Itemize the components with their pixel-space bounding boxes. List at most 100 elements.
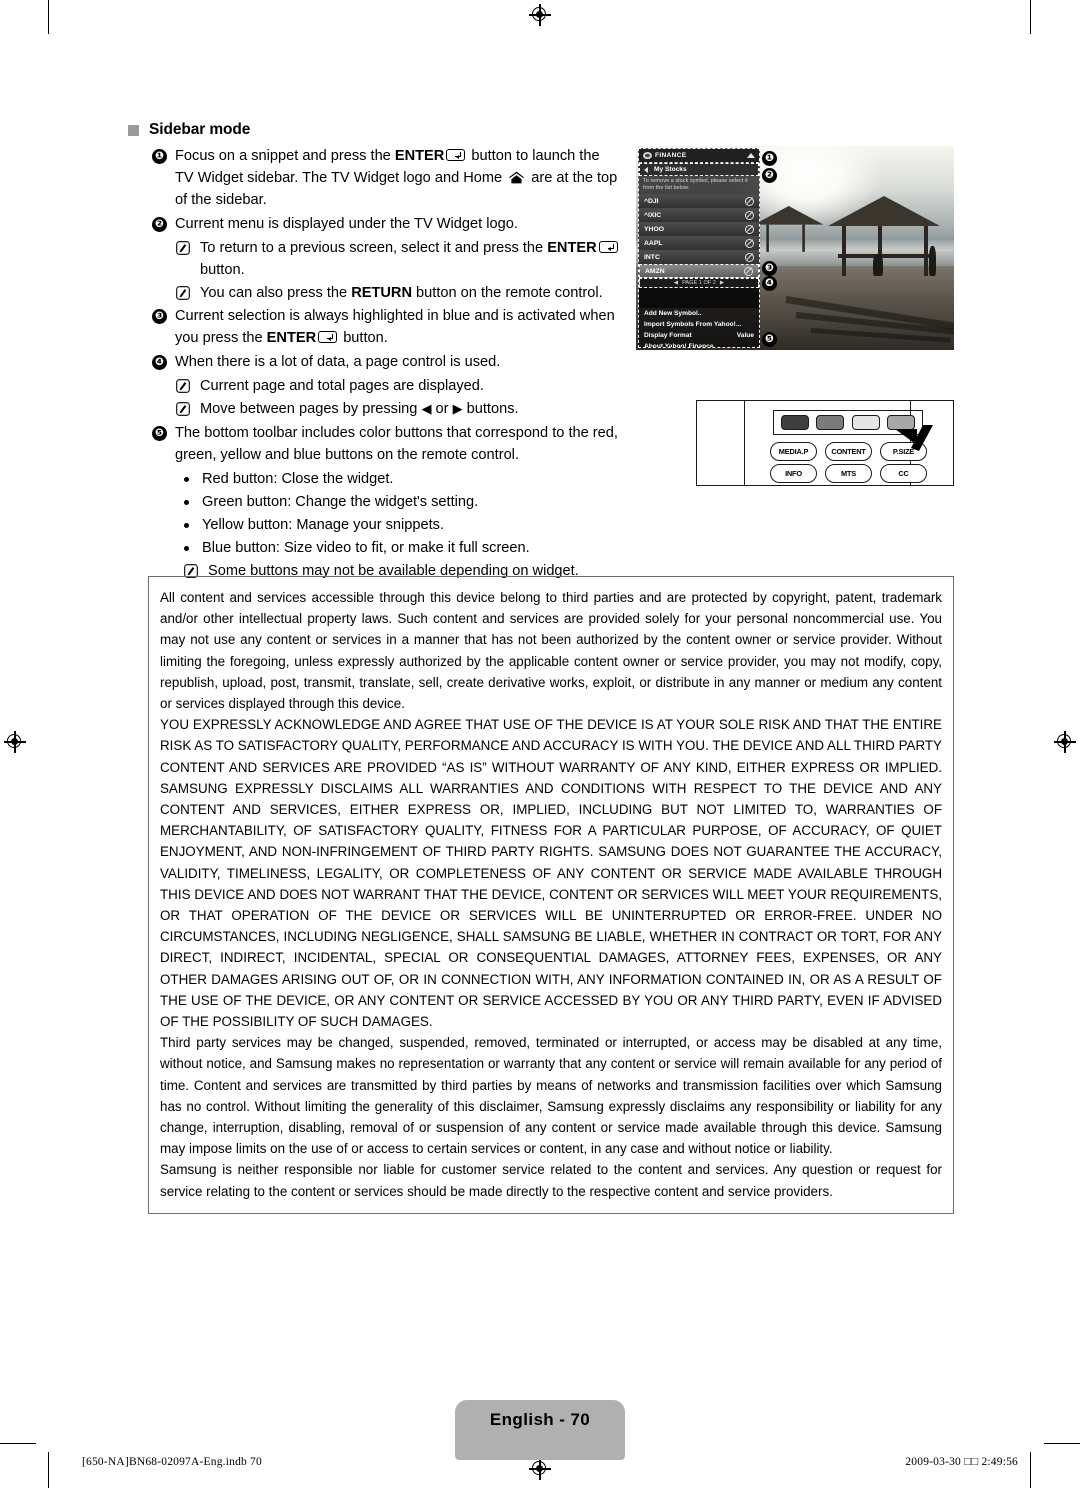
bullet-green-text: Green button: Change the widget's settin… [202,494,479,510]
remote-key-info[interactable]: INFO [770,464,817,483]
crop-mark-bottom-right [1030,1452,1032,1488]
note-2a-text: To return to a previous screen, select i… [200,237,622,281]
person-standing [929,246,936,276]
step-3-a: Current selection is always highlighted … [175,308,615,346]
bullet-dot-icon [184,546,189,551]
remote-green-button[interactable] [816,415,845,430]
bullet-red-text: Red button: Close the widget. [202,471,394,487]
bullet-green-button: Green button: Change the widget's settin… [184,491,622,513]
stock-row-selected[interactable]: AMZN [639,264,759,278]
note-2a-a: To return to a previous screen, select i… [200,240,548,256]
page-next-arrow-icon[interactable]: ▶ [720,280,724,286]
crop-mark-top-left [48,0,50,34]
note-2b-text: You can also press the RETURN button on … [200,282,622,304]
home-icon [508,171,525,184]
sidebar-current-menu[interactable]: My Stocks [639,163,759,176]
remote-key-content[interactable]: CONTENT [825,442,872,461]
stock-symbol: AMZN [645,267,665,275]
remote-red-button[interactable] [781,415,810,430]
note-4b-mid: or [431,401,453,417]
stock-row[interactable]: ^DJI [639,194,759,208]
page-prev-arrow-icon[interactable]: ◀ [674,280,678,286]
list-item-step-5: ❺ The bottom toolbar includes color butt… [152,422,622,466]
note-4a-text: Current page and total pages are display… [200,378,484,394]
disclaimer-paragraph-2: YOU EXPRESSLY ACKNOWLEDGE AND AGREE THAT… [160,717,942,1030]
note-step-4-b: Move between pages by pressing ◀ or ▶ bu… [176,398,622,421]
stock-row[interactable]: AAPL [639,236,759,250]
list-item-step-2: ❷ Current menu is displayed under the TV… [152,213,622,235]
note-pencil-icon [176,241,190,255]
step-number-5: ❺ [152,425,167,441]
remote-key-row-2: INFO MTS CC [770,464,927,483]
tv-widget-sidebar[interactable]: FINANCE My Stocks To remove a stock symb… [638,148,760,348]
option-label: About Yahoo! Finance.. [644,343,718,348]
crop-mark-bottom-left [48,1452,50,1488]
remote-yellow-button[interactable] [851,415,880,430]
stock-symbol: INTC [644,254,660,261]
stock-row[interactable]: ^IXIC [639,208,759,222]
bullet-dot-icon [184,500,189,505]
registration-mark-bottom [529,1458,551,1480]
registration-mark-right [1054,731,1076,753]
right-arrow-icon: ▶ [452,402,463,417]
pointer-arrow-icon [895,425,933,451]
step-3-text: Current selection is always highlighted … [175,305,622,349]
delete-icon[interactable] [745,253,754,262]
bullet-yellow-button: Yellow button: Manage your snippets. [184,514,622,536]
option-add-new-symbol[interactable]: Add New Symbol.. [639,308,759,319]
remote-control-figure: MEDIA.P CONTENT P.SIZE INFO MTS CC [696,400,954,486]
stock-row[interactable]: YHOO [639,222,759,236]
callout-1: ❶ [762,151,777,166]
option-import-symbols[interactable]: Import Symbols From Yahoo!... [639,319,759,330]
delete-icon[interactable] [745,225,754,234]
disclaimer-paragraph-3: Third party services may be changed, sus… [160,1035,942,1157]
bullet-blue-button: Blue button: Size video to fit, or make … [184,537,622,559]
option-display-format[interactable]: Display Format Value [639,330,759,341]
note-2a-b: button. [200,262,245,278]
note-step-2-a: To return to a previous screen, select i… [176,237,622,281]
delete-icon[interactable] [745,211,754,220]
remote-key-media-p[interactable]: MEDIA.P [770,442,817,461]
bullet-blue-text: Blue button: Size video to fit, or make … [202,540,530,556]
crop-mark-right [1044,1443,1080,1445]
stock-symbol: YHOO [644,226,665,233]
step-3-b: button. [339,330,388,346]
instructions-list: ❶ Focus on a snippet and press the ENTER… [152,145,622,583]
page-title: Sidebar mode [149,121,251,138]
bullet-red-button: Red button: Close the widget. [184,468,622,490]
page-indicator: PAGE 1 OF 2 [682,280,716,286]
enter-label-1: ENTER [394,148,445,164]
tv-widget-logo-icon [643,152,652,159]
callout-4: ❹ [762,276,777,291]
stock-symbol: AAPL [644,240,663,247]
beach-hut-right [828,196,940,276]
note-step-2-b: You can also press the RETURN button on … [176,282,622,304]
delete-icon[interactable] [745,197,754,206]
sidebar-title-bar: FINANCE [639,149,759,163]
stock-row[interactable]: INTC [639,250,759,264]
remote-key-cc[interactable]: CC [880,464,927,483]
tv-widget-screenshot: FINANCE My Stocks To remove a stock symb… [636,146,954,350]
back-arrow-icon[interactable] [644,166,648,173]
callout-3: ❸ [762,261,777,276]
page-control[interactable]: ◀ PAGE 1 OF 2 ▶ [639,278,759,288]
remote-key-mts[interactable]: MTS [825,464,872,483]
list-item-step-4: ❹ When there is a lot of data, a page co… [152,351,622,373]
option-about-yahoo-finance[interactable]: About Yahoo! Finance.. [639,341,759,348]
list-item-step-1: ❶ Focus on a snippet and press the ENTER… [152,145,622,211]
bullet-yellow-text: Yellow button: Manage your snippets. [202,517,445,533]
sidebar-description: To remove a stock symbol, please select … [643,178,748,191]
note-4b-text: Move between pages by pressing ◀ or ▶ bu… [200,398,622,421]
enter-key-icon [598,241,618,253]
sidebar-title: FINANCE [655,152,687,159]
step-number-1: ❶ [152,148,167,164]
legal-disclaimer-box: All content and services accessible thro… [148,576,954,1214]
home-icon[interactable] [747,153,755,158]
delete-icon[interactable] [745,239,754,248]
note-4b-b: buttons. [462,401,519,417]
delete-icon[interactable] [744,266,753,276]
note-pencil-icon [176,379,190,393]
registration-mark-top [529,4,551,26]
sidebar-menu-title: My Stocks [654,166,687,173]
option-label: Add New Symbol.. [644,310,702,317]
